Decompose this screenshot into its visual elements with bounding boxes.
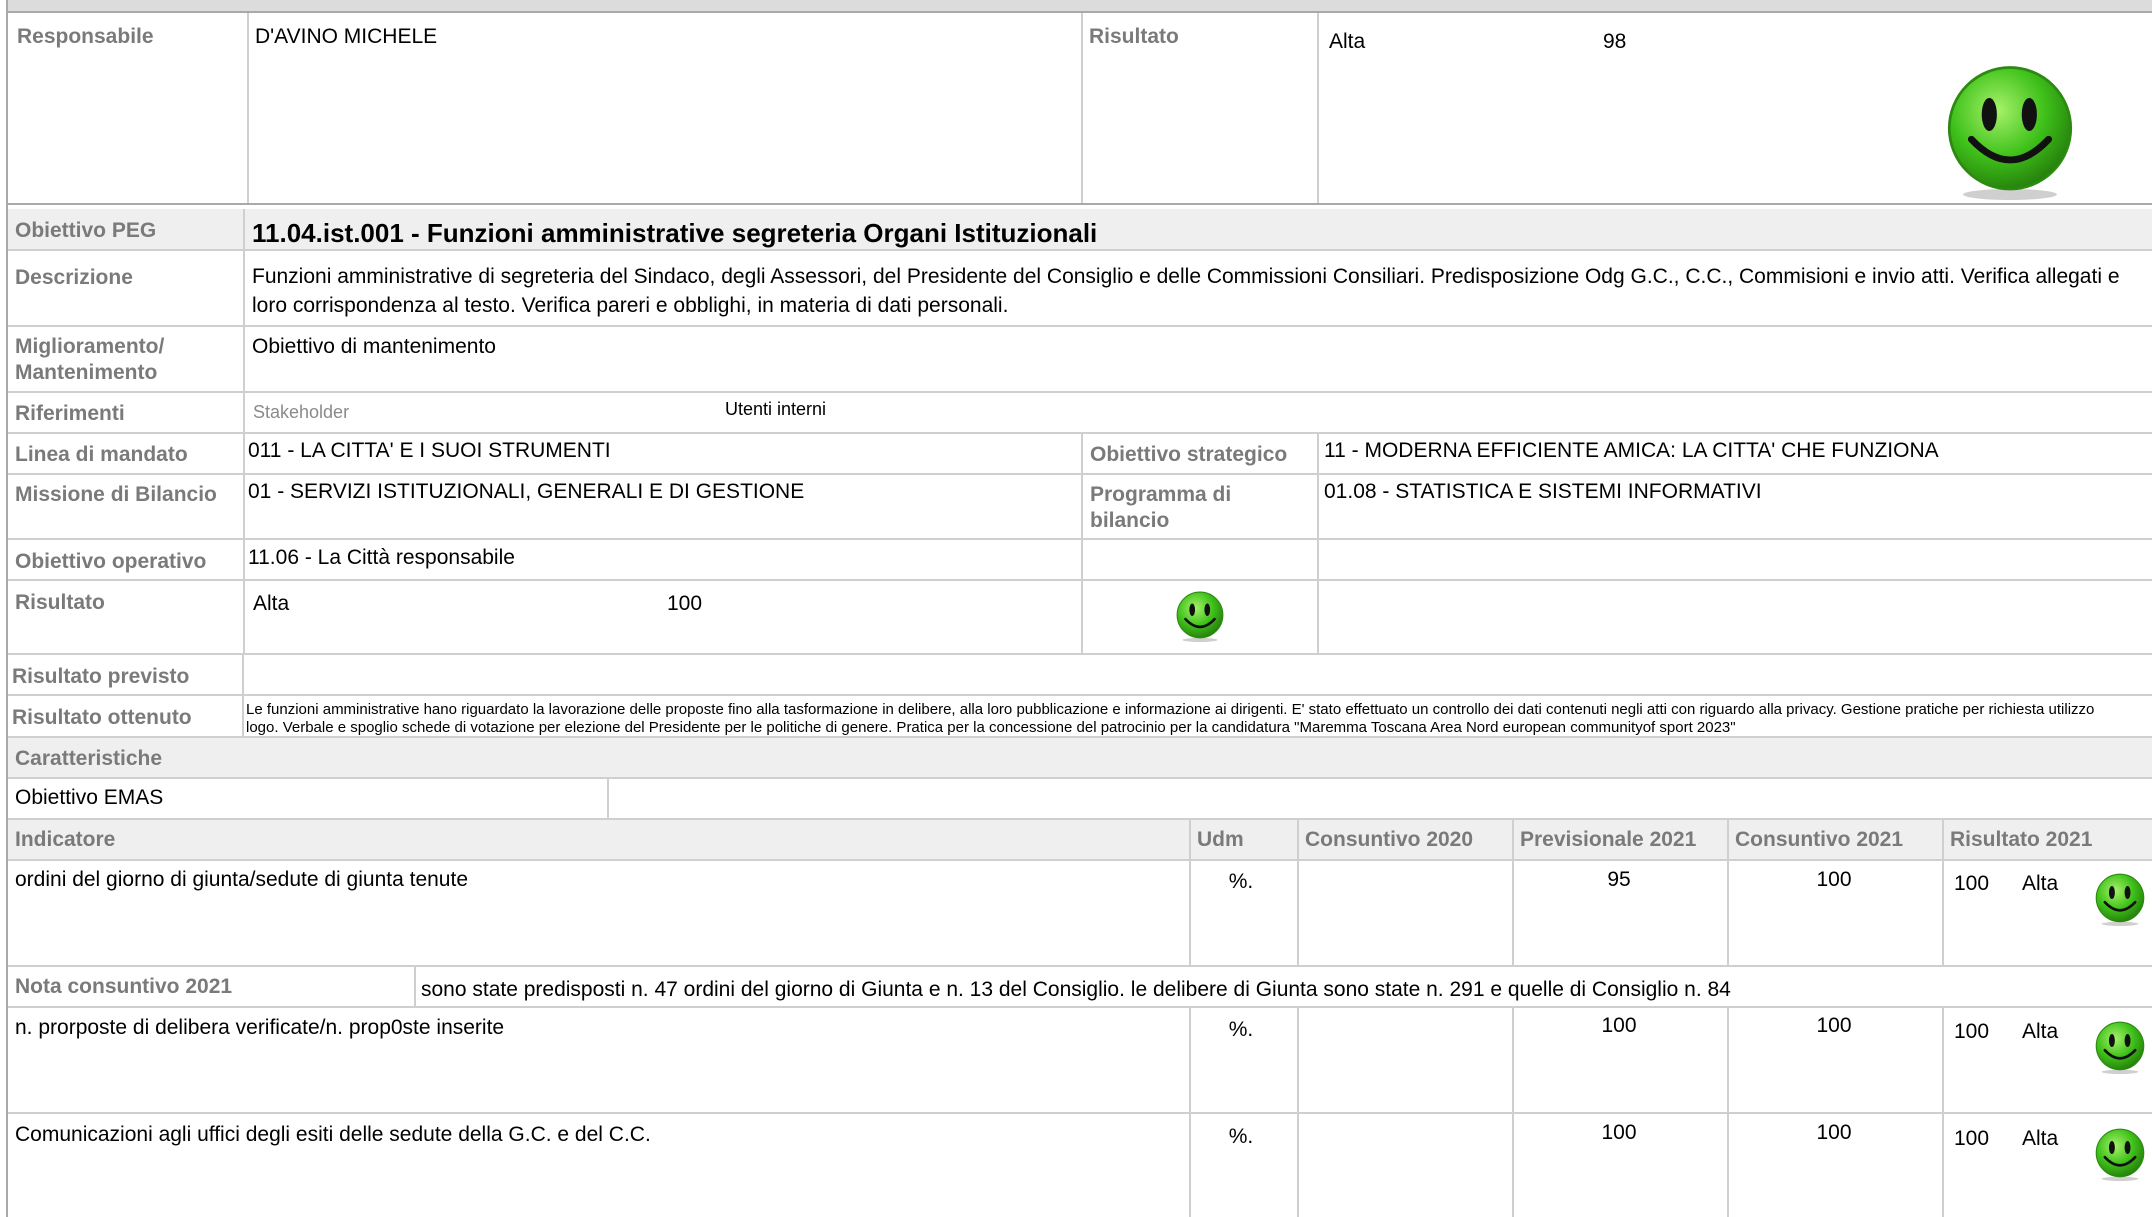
- risultato-ottenuto-text: Le funzioni amministrative hano riguarda…: [246, 701, 2095, 736]
- responsabile-value: D'AVINO MICHELE: [255, 25, 438, 48]
- table-row: Comunicazioni agli uffici degli esiti de…: [8, 1114, 2152, 1217]
- linea-mandato-value: 011 - LA CITTA' E I SUOI STRUMENTI: [248, 439, 611, 462]
- nota-consuntivo-label: Nota consuntivo 2021: [15, 975, 233, 998]
- previsionale-2021-value: 100: [1601, 1014, 1637, 1037]
- udm-value: %.: [1228, 870, 1254, 893]
- col-header-consuntivo-2021: Consuntivo 2021: [1735, 828, 1904, 851]
- caratteristiche-label: Caratteristiche: [15, 747, 163, 770]
- previsionale-2021-value: 95: [1607, 868, 1631, 891]
- table-row: n. prorposte di delibera verificate/n. p…: [8, 1008, 2152, 1112]
- smiley-face-icon: [1175, 590, 1225, 642]
- obiettivo-operativo-value: 11.06 - La Città responsabile: [248, 546, 515, 569]
- udm-value: %.: [1228, 1018, 1254, 1041]
- top-header-strip: [8, 0, 2152, 13]
- risultato-previsto-label: Risultato previsto: [12, 665, 190, 688]
- risultato-ottenuto-label: Risultato ottenuto: [12, 706, 192, 729]
- programma-bilancio-value: 01.08 - STATISTICA E SISTEMI INFORMATIVI: [1324, 480, 1762, 503]
- smiley-face-icon: [2094, 872, 2146, 926]
- risultato-score: 100: [667, 592, 703, 615]
- indicatore-text: Comunicazioni agli uffici degli esiti de…: [15, 1123, 651, 1146]
- risultato-label: Risultato: [15, 591, 105, 614]
- smiley-face-icon: [2094, 1020, 2146, 1074]
- miglioramento-label: Miglioramento/ Mantenimento: [15, 335, 165, 384]
- missione-bilancio-label: Missione di Bilancio: [15, 483, 217, 506]
- obiettivo-strategico-value: 11 - MODERNA EFFICIENTE AMICA: LA CITTA'…: [1324, 439, 1939, 462]
- consuntivo-2021-value: 100: [1816, 1121, 1852, 1144]
- responsabile-label: Responsabile: [17, 25, 154, 48]
- top-risultato-level: Alta: [1329, 30, 1366, 53]
- consuntivo-2021-value: 100: [1816, 868, 1852, 891]
- peg-title: 11.04.ist.001 - Funzioni amministrative …: [252, 218, 1098, 248]
- obiettivo-operativo-label: Obiettivo operativo: [15, 550, 207, 573]
- consuntivo-2021-value: 100: [1816, 1014, 1852, 1037]
- risultato-level: Alta: [253, 592, 290, 615]
- stakeholder-value: Utenti interni: [725, 399, 827, 419]
- smiley-face-icon: [1935, 62, 2085, 200]
- risultato-2021-level: Alta: [2022, 1127, 2059, 1150]
- col-header-indicatore: Indicatore: [15, 828, 116, 851]
- stakeholder-label: Stakeholder: [253, 402, 350, 422]
- top-risultato-score: 98: [1603, 30, 1627, 53]
- col-header-risultato-2021: Risultato 2021: [1950, 828, 2093, 851]
- top-risultato-label: Risultato: [1089, 25, 1179, 48]
- obiettivo-strategico-label: Obiettivo strategico: [1090, 443, 1288, 466]
- previsionale-2021-value: 100: [1601, 1121, 1637, 1144]
- col-header-udm: Udm: [1197, 828, 1244, 851]
- descrizione-label: Descrizione: [15, 266, 133, 289]
- indicatore-text: n. prorposte di delibera verificate/n. p…: [15, 1016, 505, 1039]
- nota-consuntivo-text: sono state predisposti n. 47 ordini del …: [421, 978, 1731, 1001]
- risultato-2021-level: Alta: [2022, 872, 2059, 895]
- col-header-consuntivo-2020: Consuntivo 2020: [1305, 828, 1474, 851]
- risultato-2021-value: 100: [1954, 872, 1990, 895]
- programma-bilancio-label: Programma di bilancio: [1090, 483, 1232, 532]
- obiettivo-emas-label: Obiettivo EMAS: [15, 786, 164, 809]
- smiley-face-icon: [2094, 1127, 2146, 1181]
- linea-mandato-label: Linea di mandato: [15, 443, 188, 466]
- col-header-previsionale-2021: Previsionale 2021: [1520, 828, 1697, 851]
- risultato-2021-value: 100: [1954, 1020, 1990, 1043]
- riferimenti-label: Riferimenti: [15, 402, 125, 425]
- risultato-2021-value: 100: [1954, 1127, 1990, 1150]
- table-row: ordini del giorno di giunta/sedute di gi…: [8, 861, 2152, 965]
- descrizione-text: Funzioni amministrative di segreteria de…: [252, 265, 2120, 317]
- risultato-2021-level: Alta: [2022, 1020, 2059, 1043]
- caratteristiche-row-bg: [8, 738, 2152, 777]
- indicatore-text: ordini del giorno di giunta/sedute di gi…: [15, 868, 468, 891]
- peg-label: Obiettivo PEG: [15, 219, 157, 242]
- miglioramento-value: Obiettivo di mantenimento: [252, 335, 496, 358]
- udm-value: %.: [1228, 1125, 1254, 1148]
- missione-bilancio-value: 01 - SERVIZI ISTITUZIONALI, GENERALI E D…: [248, 480, 805, 503]
